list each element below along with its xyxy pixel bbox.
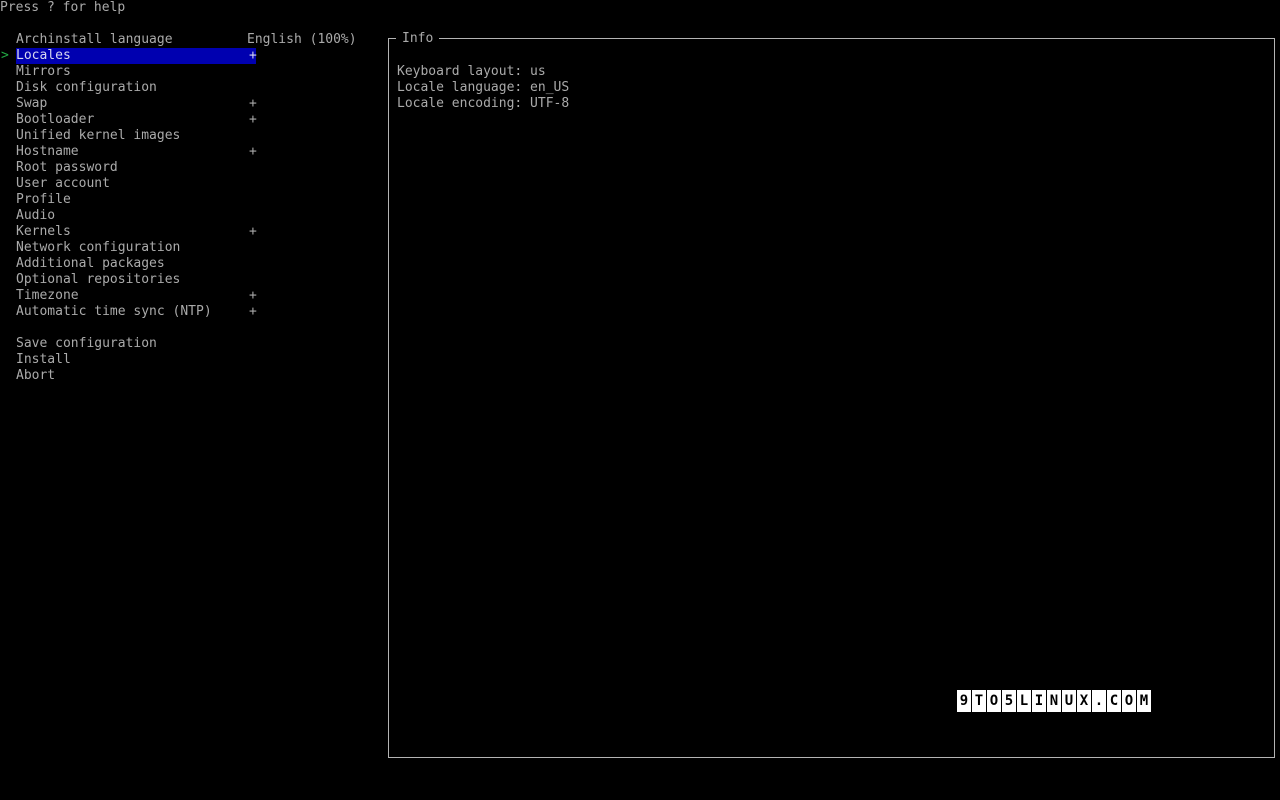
watermark-char: N	[1047, 690, 1061, 712]
menu-item-body	[16, 320, 256, 336]
site-watermark: 9TO5LINUX.COM	[957, 690, 1151, 712]
menu-item-body: Bootloader +	[16, 112, 256, 128]
menu-item-body: Locales +	[16, 48, 256, 64]
menu-item-additional-packages[interactable]: Additional packages	[0, 256, 380, 272]
selection-cursor-icon: >	[1, 48, 15, 64]
watermark-char: 9	[957, 690, 971, 712]
menu-item-label: Bootloader	[16, 112, 94, 128]
watermark-char: O	[987, 690, 1001, 712]
menu-item-automatic-time-sync-ntp[interactable]: Automatic time sync (NTP) +	[0, 304, 380, 320]
menu-item-body: Kernels +	[16, 224, 256, 240]
menu-item-label: Unified kernel images	[16, 128, 180, 144]
menu-item-timezone[interactable]: Timezone +	[0, 288, 380, 304]
menu-item-body: Swap +	[16, 96, 256, 112]
info-panel-content: Keyboard layout: usLocale language: en_U…	[397, 64, 1257, 112]
menu-item-body: Install	[16, 352, 256, 368]
watermark-char: L	[1017, 690, 1031, 712]
info-panel	[388, 38, 1275, 758]
menu-item-body: Additional packages	[16, 256, 256, 272]
menu-item-expand-marker-icon: +	[249, 112, 257, 128]
menu-item-body: Abort	[16, 368, 256, 384]
menu-item-profile[interactable]: Profile	[0, 192, 380, 208]
watermark-char: I	[1032, 690, 1046, 712]
menu-item-label: Swap	[16, 96, 47, 112]
menu-item-label: Abort	[16, 368, 55, 384]
menu-item-body: Unified kernel images	[16, 128, 256, 144]
menu-item-label: User account	[16, 176, 110, 192]
menu-item-body: User account	[16, 176, 256, 192]
watermark-char: T	[972, 690, 986, 712]
menu-item-expand-marker-icon: +	[249, 48, 257, 64]
menu-item-root-password[interactable]: Root password	[0, 160, 380, 176]
menu-item-body: Mirrors	[16, 64, 256, 80]
menu-item-label: Install	[16, 352, 71, 368]
info-line: Keyboard layout: us	[397, 64, 1257, 80]
watermark-char: M	[1137, 690, 1151, 712]
info-line: Locale encoding: UTF-8	[397, 96, 1257, 112]
menu-item-user-account[interactable]: User account	[0, 176, 380, 192]
menu-item-expand-marker-icon: +	[249, 304, 257, 320]
menu-item-label: Locales	[16, 48, 71, 64]
menu-item-label: Hostname	[16, 144, 79, 160]
menu-item-expand-marker-icon: +	[249, 288, 257, 304]
menu-item-label: Network configuration	[16, 240, 180, 256]
menu-item-mirrors[interactable]: Mirrors	[0, 64, 380, 80]
menu-item-locales[interactable]: >Locales +	[0, 48, 380, 64]
watermark-char: U	[1062, 690, 1076, 712]
menu-item-expand-marker-icon: +	[249, 96, 257, 112]
menu-item-body: Disk configuration	[16, 80, 256, 96]
menu-item-disk-configuration[interactable]: Disk configuration	[0, 80, 380, 96]
menu-item-expand-marker-icon: +	[249, 224, 257, 240]
menu-item-label: Archinstall language	[16, 32, 173, 48]
menu-item-label: Additional packages	[16, 256, 165, 272]
menu-item-body: Archinstall language	[16, 32, 256, 48]
menu-item-kernels[interactable]: Kernels +	[0, 224, 380, 240]
menu-item-bootloader[interactable]: Bootloader +	[0, 112, 380, 128]
menu-item-label: Root password	[16, 160, 118, 176]
menu-item-value: English (100%)	[247, 32, 357, 48]
terminal-screen: Press ? for help Archinstall language Eng…	[0, 0, 1280, 800]
menu-item-label: Timezone	[16, 288, 79, 304]
menu-item-abort[interactable]: Abort	[0, 368, 380, 384]
menu-item-optional-repositories[interactable]: Optional repositories	[0, 272, 380, 288]
menu-item-label: Optional repositories	[16, 272, 180, 288]
menu-item-label: Save configuration	[16, 336, 157, 352]
info-panel-title: Info	[396, 31, 439, 46]
menu-item-install[interactable]: Install	[0, 352, 380, 368]
menu-item-body: Save configuration	[16, 336, 256, 352]
watermark-char: C	[1107, 690, 1121, 712]
watermark-char: 5	[1002, 690, 1016, 712]
menu-item-body: Root password	[16, 160, 256, 176]
menu-item-audio[interactable]: Audio	[0, 208, 380, 224]
menu-item-body: Automatic time sync (NTP) +	[16, 304, 256, 320]
watermark-char: .	[1092, 690, 1106, 712]
menu-item-body: Hostname +	[16, 144, 256, 160]
menu-item-body: Profile	[16, 192, 256, 208]
menu-item-body: Network configuration	[16, 240, 256, 256]
main-menu[interactable]: Archinstall languageEnglish (100%)>Local…	[0, 32, 380, 384]
menu-item-label: Automatic time sync (NTP)	[16, 304, 212, 320]
menu-item-body: Timezone +	[16, 288, 256, 304]
menu-item-hostname[interactable]: Hostname +	[0, 144, 380, 160]
menu-item-label: Mirrors	[16, 64, 71, 80]
menu-item-label: Disk configuration	[16, 80, 157, 96]
menu-item-label: Profile	[16, 192, 71, 208]
menu-item-save-configuration[interactable]: Save configuration	[0, 336, 380, 352]
menu-item-body: Optional repositories	[16, 272, 256, 288]
menu-item-swap[interactable]: Swap +	[0, 96, 380, 112]
watermark-char: X	[1077, 690, 1091, 712]
menu-item-unified-kernel-images[interactable]: Unified kernel images	[0, 128, 380, 144]
menu-item-label: Kernels	[16, 224, 71, 240]
info-line: Locale language: en_US	[397, 80, 1257, 96]
menu-item-archinstall-language[interactable]: Archinstall language English (100%)	[0, 32, 380, 48]
menu-item-label: Audio	[16, 208, 55, 224]
menu-item-body: Audio	[16, 208, 256, 224]
menu-spacer	[0, 320, 380, 336]
watermark-char: O	[1122, 690, 1136, 712]
help-hint: Press ? for help	[0, 0, 125, 16]
menu-item-network-configuration[interactable]: Network configuration	[0, 240, 380, 256]
menu-item-expand-marker-icon: +	[249, 144, 257, 160]
